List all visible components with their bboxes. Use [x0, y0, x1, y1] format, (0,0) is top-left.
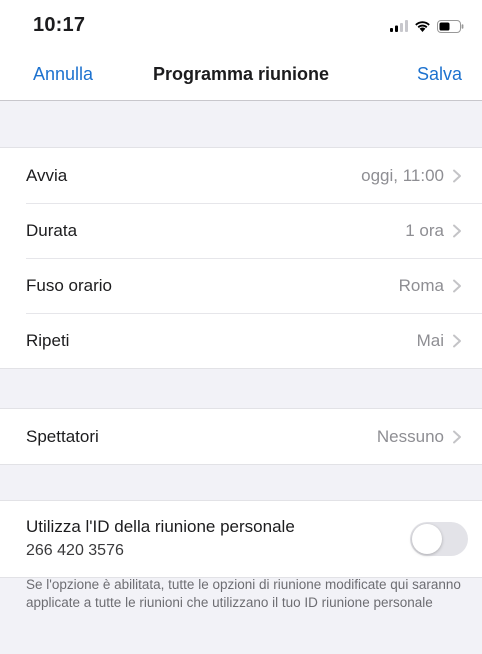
personal-id-number: 266 420 3576 [26, 542, 124, 559]
start-value-wrap: oggi, 11:00 [361, 166, 462, 186]
viewers-row[interactable]: Spettatori Nessuno [0, 409, 482, 464]
timezone-value-wrap: Roma [399, 276, 462, 296]
timezone-label: Fuso orario [26, 275, 112, 295]
timezone-value: Roma [398, 275, 444, 295]
viewers-settings-group: Spettatori Nessuno [0, 408, 482, 465]
cellular-signal-icon [390, 20, 408, 32]
chevron-right-icon [453, 224, 461, 237]
chevron-right-icon [453, 169, 461, 182]
start-label: Avvia [26, 165, 68, 185]
repeat-value: Mai [416, 330, 444, 350]
duration-value-wrap: 1 ora [405, 221, 462, 241]
battery-icon [437, 19, 464, 33]
page-title: Programma riunione [152, 64, 330, 84]
status-bar: 10:17 [0, 0, 482, 50]
chevron-right-icon [453, 430, 461, 443]
chevron-right-icon [453, 334, 461, 347]
personal-id-text: Utilizza l'ID della riunione personale 2… [26, 516, 295, 562]
navigation-bar: Annulla Programma riunione Salva [0, 50, 482, 101]
schedule-settings-group: Avvia oggi, 11:00 Durata 1 ora Fuso orar… [0, 147, 482, 369]
personal-id-footnote: Se l'opzione è abilitata, tutte le opzio… [26, 577, 461, 610]
repeat-row[interactable]: Ripeti Mai [0, 313, 482, 368]
viewers-value: Nessuno [376, 426, 444, 446]
duration-value: 1 ora [405, 220, 444, 240]
personal-id-label: Utilizza l'ID della riunione personale [26, 517, 295, 536]
start-value: oggi, 11:00 [361, 165, 444, 185]
viewers-label: Spettatori [26, 426, 99, 446]
repeat-label: Ripeti [26, 330, 70, 350]
wifi-icon [415, 21, 430, 32]
viewers-value-wrap: Nessuno [377, 427, 462, 447]
timezone-row[interactable]: Fuso orario Roma [0, 258, 482, 313]
toggle-knob [412, 524, 442, 554]
personal-id-group: Utilizza l'ID della riunione personale 2… [0, 500, 482, 578]
duration-label: Durata [26, 220, 78, 240]
repeat-value-wrap: Mai [417, 331, 462, 351]
chevron-right-icon [453, 279, 461, 292]
personal-id-toggle[interactable] [410, 522, 468, 556]
save-button[interactable]: Salva [417, 64, 462, 85]
duration-row[interactable]: Durata 1 ora [0, 203, 482, 258]
start-row[interactable]: Avvia oggi, 11:00 [0, 148, 482, 203]
status-time: 10:17 [33, 14, 86, 36]
personal-id-row: Utilizza l'ID della riunione personale 2… [0, 501, 482, 577]
status-icons [390, 17, 464, 35]
